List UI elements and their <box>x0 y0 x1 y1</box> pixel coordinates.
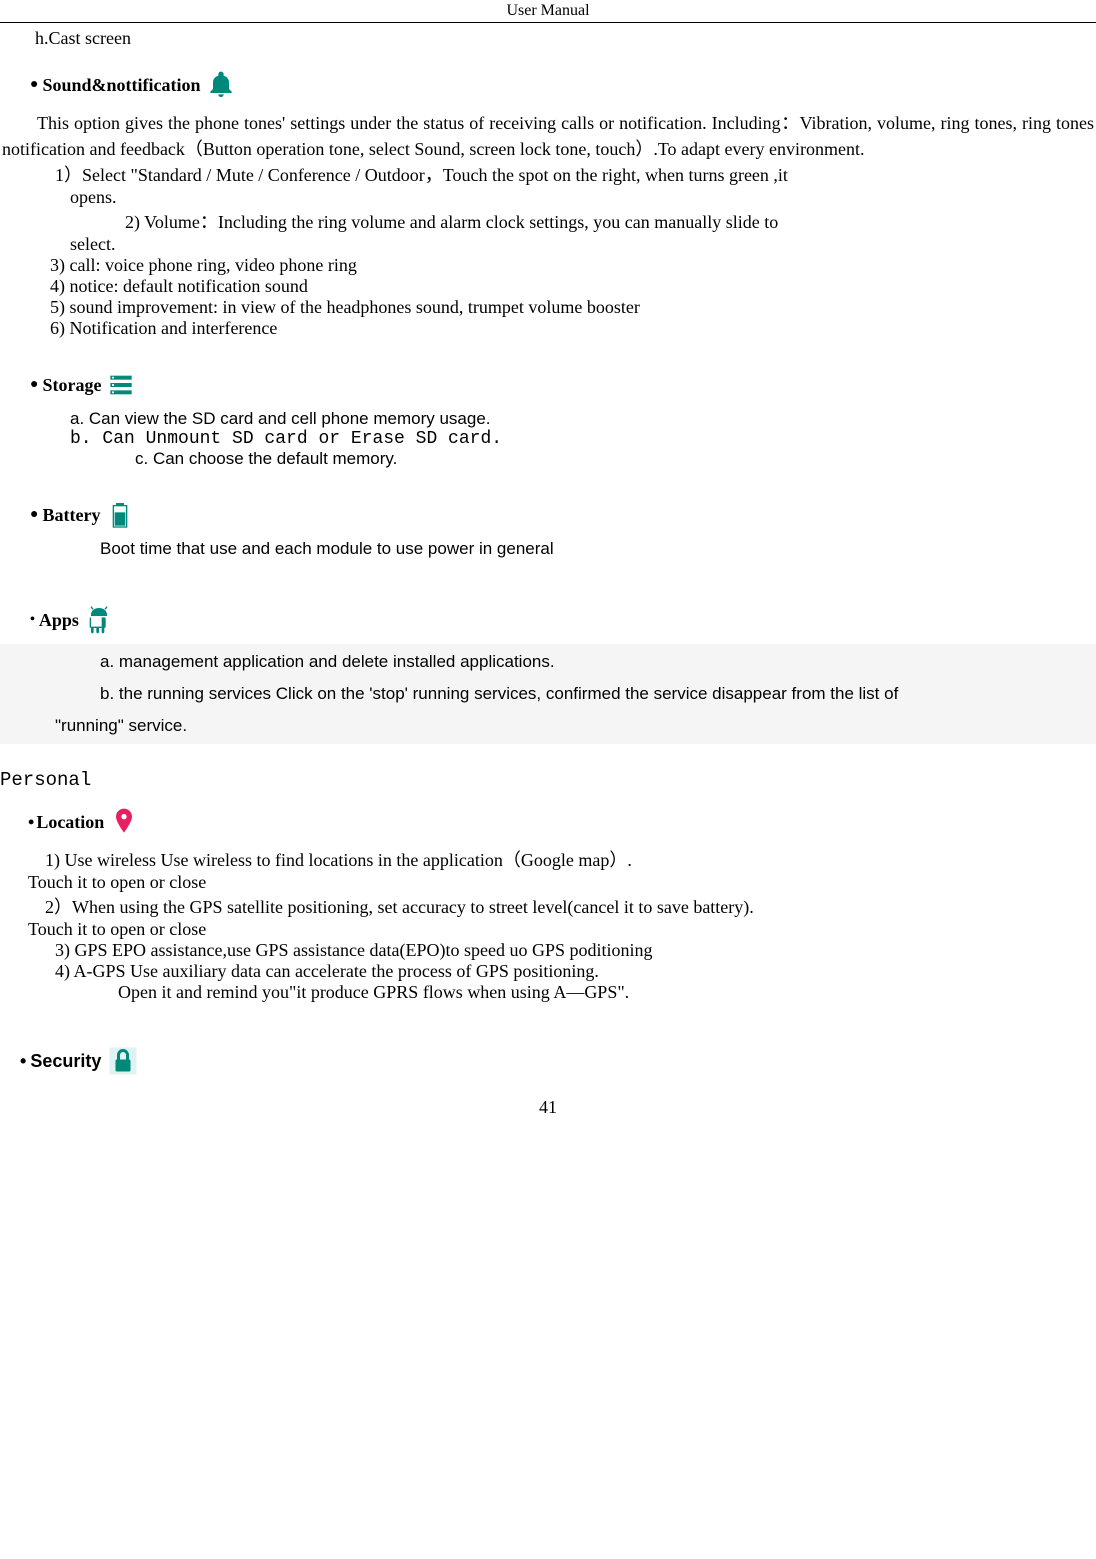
apps-title: Apps <box>39 610 79 631</box>
lock-icon <box>105 1043 141 1079</box>
location-item-4b: Open it and remind you"it produce GPRS f… <box>118 982 1096 1003</box>
storage-item-c: c. Can choose the default memory. <box>135 449 1096 469</box>
location-pin-icon <box>108 806 140 838</box>
sound-item-6: 6) Notification and interference <box>50 318 1096 339</box>
cast-screen-line: h.Cast screen <box>35 28 1096 49</box>
apps-item-b: b. the running services Click on the 'st… <box>100 678 1096 710</box>
location-item-4: 4) A-GPS Use auxiliary data can accelera… <box>55 961 1096 982</box>
storage-item-a: a. Can view the SD card and cell phone m… <box>70 409 1096 429</box>
bullet-icon: ● <box>30 77 38 93</box>
storage-item-b: b. Can Unmount SD card or Erase SD card. <box>70 429 1096 449</box>
sound-item-1a: 1）Select "Standard / Mute / Conference /… <box>55 161 1096 187</box>
sound-item-2a: 2) Volume：Including the ring volume and … <box>125 208 1096 234</box>
personal-heading: Personal <box>0 769 1096 791</box>
bullet-icon: • <box>28 812 34 833</box>
bullet-icon: • <box>30 612 35 628</box>
sound-item-4: 4) notice: default notification sound <box>50 276 1096 297</box>
battery-icon <box>104 499 136 531</box>
android-icon <box>83 604 115 636</box>
battery-desc: Boot time that use and each module to us… <box>100 539 1096 559</box>
security-section-header: • Security <box>20 1043 1096 1079</box>
apps-item-a: a. management application and delete ins… <box>100 646 1096 678</box>
page-header: User Manual <box>0 0 1096 23</box>
location-item-1: 1) Use wireless Use wireless to find loc… <box>45 846 1096 872</box>
storage-title: Storage <box>42 375 101 396</box>
apps-item-b2: "running" service. <box>55 710 1096 742</box>
sound-title: Sound&nottification <box>42 75 200 96</box>
storage-section-header: ● Storage <box>30 369 1096 401</box>
apps-section-header: • Apps <box>30 604 1096 636</box>
bell-icon <box>205 69 237 101</box>
storage-icon <box>105 369 137 401</box>
location-title: Location <box>36 812 104 833</box>
sound-item-5: 5) sound improvement: in view of the hea… <box>50 297 1096 318</box>
bullet-icon: • <box>20 1051 26 1072</box>
location-touch-2: Touch it to open or close <box>28 919 1096 940</box>
location-item-3: 3) GPS EPO assistance,use GPS assistance… <box>55 940 1096 961</box>
sound-item-2b: select. <box>70 234 1096 255</box>
sound-item-3: 3) call: voice phone ring, video phone r… <box>50 255 1096 276</box>
location-section-header: • Location <box>28 806 1096 838</box>
location-item-2: 2）When using the GPS satellite positioni… <box>45 893 1096 919</box>
battery-title: Battery <box>42 505 100 526</box>
page-number: 41 <box>0 1097 1096 1118</box>
header-title: User Manual <box>506 2 589 19</box>
sound-section-header: ● Sound&nottification <box>30 69 1096 101</box>
bullet-icon: ● <box>30 507 38 523</box>
location-touch-1: Touch it to open or close <box>28 872 1096 893</box>
sound-intro: This option gives the phone tones' setti… <box>2 109 1094 161</box>
security-title: Security <box>30 1051 101 1072</box>
sound-item-1b: opens. <box>70 187 1096 208</box>
bullet-icon: ● <box>30 377 38 393</box>
battery-section-header: ● Battery <box>30 499 1096 531</box>
